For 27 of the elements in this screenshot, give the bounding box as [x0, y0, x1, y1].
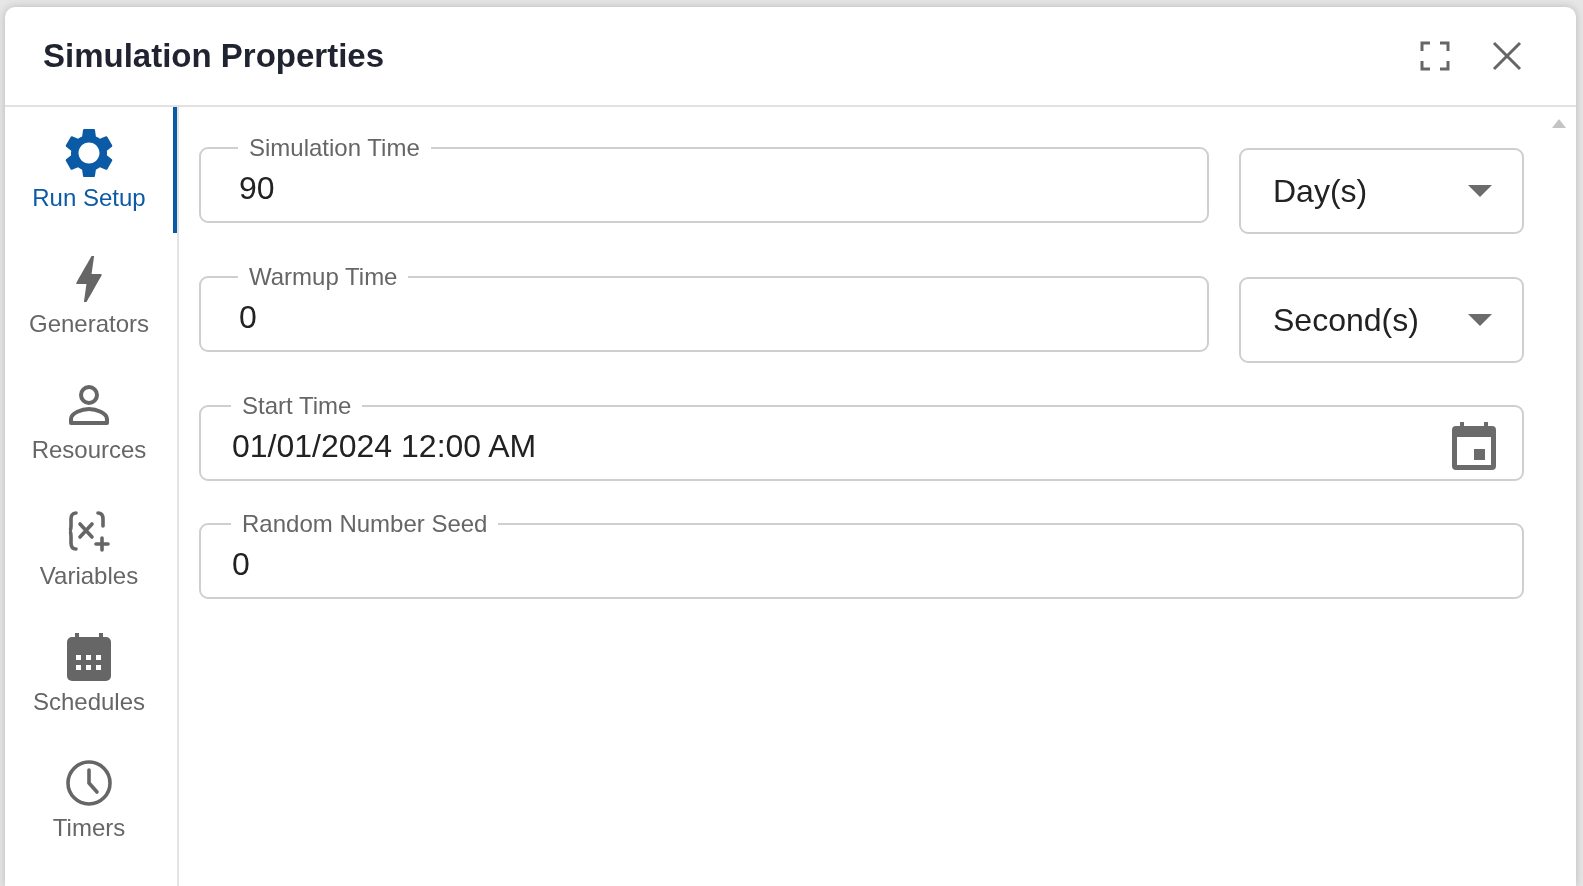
- unit-dropdown[interactable]: Second(s): [1239, 277, 1524, 363]
- sidebar-tab[interactable]: Variables: [5, 485, 177, 611]
- clock-icon: [66, 760, 112, 806]
- unit-dropdown[interactable]: Day(s): [1239, 148, 1524, 234]
- sidebar-tab[interactable]: Run Setup: [5, 107, 177, 233]
- field-value: 90: [239, 169, 275, 207]
- caret-icon: [1468, 185, 1492, 197]
- field-value: 01/01/2024 12:00 AM: [232, 427, 537, 465]
- field-label: Warmup Time: [248, 264, 399, 290]
- person-icon: [67, 384, 111, 426]
- sidebar-tab[interactable]: Resources: [5, 359, 177, 485]
- caret-icon: [1468, 314, 1492, 326]
- calendar-icon: [67, 633, 111, 681]
- dialog-title: Simulation Properties: [43, 37, 386, 75]
- sidebar-tab[interactable]: Timers: [5, 737, 177, 863]
- sidebar-tab[interactable]: Generators: [5, 233, 177, 359]
- variable-icon: [68, 510, 110, 552]
- field-label: Start Time: [241, 393, 353, 419]
- calendar-icon[interactable]: [1452, 422, 1496, 470]
- close-icon[interactable]: [1492, 41, 1522, 71]
- fullscreen-icon[interactable]: [1420, 41, 1450, 71]
- sidebar-tab[interactable]: Schedules: [5, 611, 177, 737]
- gear-icon: [65, 129, 113, 177]
- field-value: 0: [232, 545, 250, 583]
- field-label: Simulation Time: [248, 135, 421, 161]
- field-label: Random Number Seed: [241, 511, 489, 537]
- field-value: 0: [239, 298, 257, 336]
